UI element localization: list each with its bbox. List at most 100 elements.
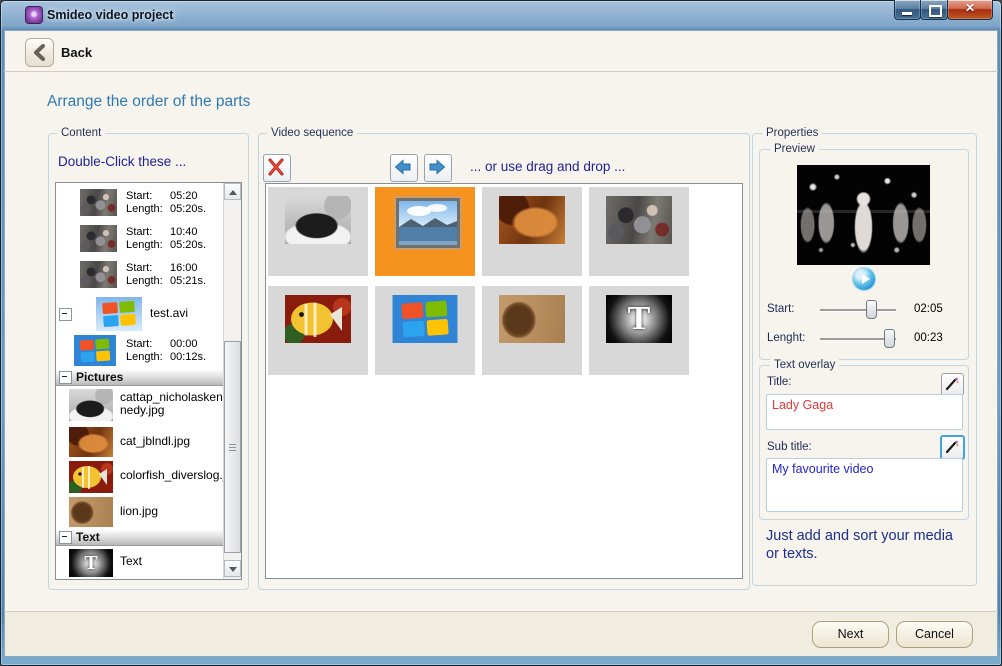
sequence-tile[interactable] xyxy=(375,286,475,375)
start-slider-thumb[interactable] xyxy=(866,300,877,319)
title-input[interactable]: Lady Gaga xyxy=(766,394,963,430)
subtitle-input[interactable]: My favourite video xyxy=(766,458,963,512)
section-header-text[interactable]: Text xyxy=(56,529,224,546)
section-header-pictures[interactable]: Pictures xyxy=(56,369,224,386)
properties-group-label: Properties xyxy=(762,127,822,139)
move-right-button[interactable] xyxy=(424,154,452,182)
tile-thumbnail-crowd xyxy=(606,196,672,244)
sequence-tile[interactable]: T xyxy=(589,286,689,375)
length-label: Length: xyxy=(126,351,170,364)
helper-note: Just add and sort your media or texts. xyxy=(766,527,966,563)
back-chevron-icon xyxy=(32,44,47,61)
sequence-group-label: Video sequence xyxy=(267,127,357,139)
tile-thumbnail-text: T xyxy=(606,295,672,343)
scrollbar-grip xyxy=(229,447,236,448)
list-item-file[interactable]: cattap_nicholaskennedy.jpg xyxy=(56,385,224,425)
start-slider-track[interactable] xyxy=(820,309,896,311)
maximize-button[interactable] xyxy=(920,0,948,20)
app-window: Smideo video project ✕ Back Arrange the … xyxy=(0,0,1002,666)
text-thumbnail: T xyxy=(69,549,113,577)
move-left-button[interactable] xyxy=(390,154,418,182)
list-item-clip[interactable]: Start:00:00 Length:00:12s. xyxy=(56,333,224,369)
start-label: Start: xyxy=(126,226,170,239)
list-item-file[interactable]: cat_jblndl.jpg xyxy=(56,425,224,459)
play-button[interactable] xyxy=(853,268,875,290)
text-glyph: T xyxy=(606,295,672,343)
collapse-expander-icon[interactable] xyxy=(59,531,72,544)
sequence-tile[interactable] xyxy=(482,187,582,276)
content-list[interactable]: Start:05:20 Length:05:20s. Start:10:40 L… xyxy=(55,182,242,580)
list-item-clip[interactable]: Start:16:00 Length:05:21s. xyxy=(56,259,224,295)
scroll-down-button[interactable] xyxy=(224,560,241,577)
length-slider-value: 00:23 xyxy=(914,332,943,344)
length-value: 05:21s. xyxy=(170,275,206,287)
list-item-clip[interactable]: Start:10:40 Length:05:20s. xyxy=(56,223,224,259)
scroll-down-icon xyxy=(229,567,237,572)
start-slider-value: 02:05 xyxy=(914,303,943,315)
tile-thumbnail-landscape xyxy=(396,198,460,248)
length-slider-thumb[interactable] xyxy=(884,329,895,348)
clip-thumbnail xyxy=(80,261,117,288)
start-label: Start: xyxy=(126,262,170,275)
title-label: Title: xyxy=(767,376,792,388)
header-separator xyxy=(4,71,998,72)
length-value: 05:20s. xyxy=(170,203,206,215)
title-edit-button[interactable] xyxy=(941,373,964,396)
collapse-expander-icon[interactable] xyxy=(59,371,72,384)
start-label: Start: xyxy=(126,190,170,203)
sequence-tile[interactable] xyxy=(268,187,368,276)
subtitle-label: Sub title: xyxy=(767,441,812,453)
file-name: colorfish_diverslog.jpg xyxy=(120,469,224,482)
section-label: Text xyxy=(76,530,100,544)
windows-logo-thumbnail xyxy=(74,335,116,366)
tile-thumbnail-cat-orange xyxy=(499,196,565,244)
list-item-file[interactable]: T Text xyxy=(56,545,224,579)
delete-part-button[interactable] xyxy=(263,154,291,182)
app-icon xyxy=(26,7,42,23)
list-item-file[interactable]: test.avi xyxy=(56,295,224,333)
close-icon: ✕ xyxy=(948,1,992,15)
page-title: Arrange the order of the parts xyxy=(47,93,250,111)
scrollbar-thumb[interactable] xyxy=(224,341,241,553)
list-item-file[interactable]: colorfish_diverslog.jpg xyxy=(56,459,224,495)
close-button[interactable]: ✕ xyxy=(947,0,993,20)
clip-thumbnail xyxy=(80,189,117,216)
arrow-left-icon xyxy=(394,158,412,176)
clip-thumbnail xyxy=(80,225,117,252)
picture-thumbnail xyxy=(69,427,113,457)
back-label[interactable]: Back xyxy=(61,45,92,60)
list-item-clip[interactable]: Start:05:20 Length:05:20s. xyxy=(56,187,224,223)
text-overlay-group-label: Text overlay xyxy=(770,359,839,371)
pen-icon xyxy=(945,440,959,454)
start-value: 00:00 xyxy=(170,338,198,350)
subtitle-edit-button[interactable] xyxy=(940,435,965,460)
collapse-expander-icon[interactable] xyxy=(59,308,72,321)
section-label: Pictures xyxy=(76,370,123,384)
back-button[interactable] xyxy=(25,38,54,67)
start-value: 10:40 xyxy=(170,226,198,238)
scroll-up-button[interactable] xyxy=(224,183,241,200)
sequence-tile[interactable] xyxy=(375,187,475,276)
preview-video-frame xyxy=(797,165,930,265)
tile-thumbnail-lion xyxy=(499,295,565,343)
cancel-button[interactable]: Cancel xyxy=(896,621,973,648)
length-label: Length: xyxy=(126,239,170,252)
file-name: cattap_nicholaskennedy.jpg xyxy=(120,391,223,417)
text-glyph: T xyxy=(69,549,113,577)
minimize-button[interactable] xyxy=(894,0,921,20)
list-item-file[interactable]: lion.jpg xyxy=(56,495,224,529)
sequence-tile[interactable] xyxy=(589,187,689,276)
picture-thumbnail xyxy=(69,389,113,421)
content-scrollbar[interactable] xyxy=(223,183,241,579)
sequence-tile[interactable] xyxy=(268,286,368,375)
start-label: Start: xyxy=(126,338,170,351)
content-group-label: Content xyxy=(57,127,105,139)
sequence-tile[interactable] xyxy=(482,286,582,375)
maximize-icon xyxy=(929,5,942,17)
sequence-grid[interactable]: T xyxy=(265,183,743,579)
length-value: 00:12s. xyxy=(170,351,206,363)
file-name: Text xyxy=(120,555,142,568)
length-label: Length: xyxy=(126,203,170,216)
next-button[interactable]: Next xyxy=(812,621,889,648)
tile-thumbnail-cat-bw xyxy=(285,196,351,244)
